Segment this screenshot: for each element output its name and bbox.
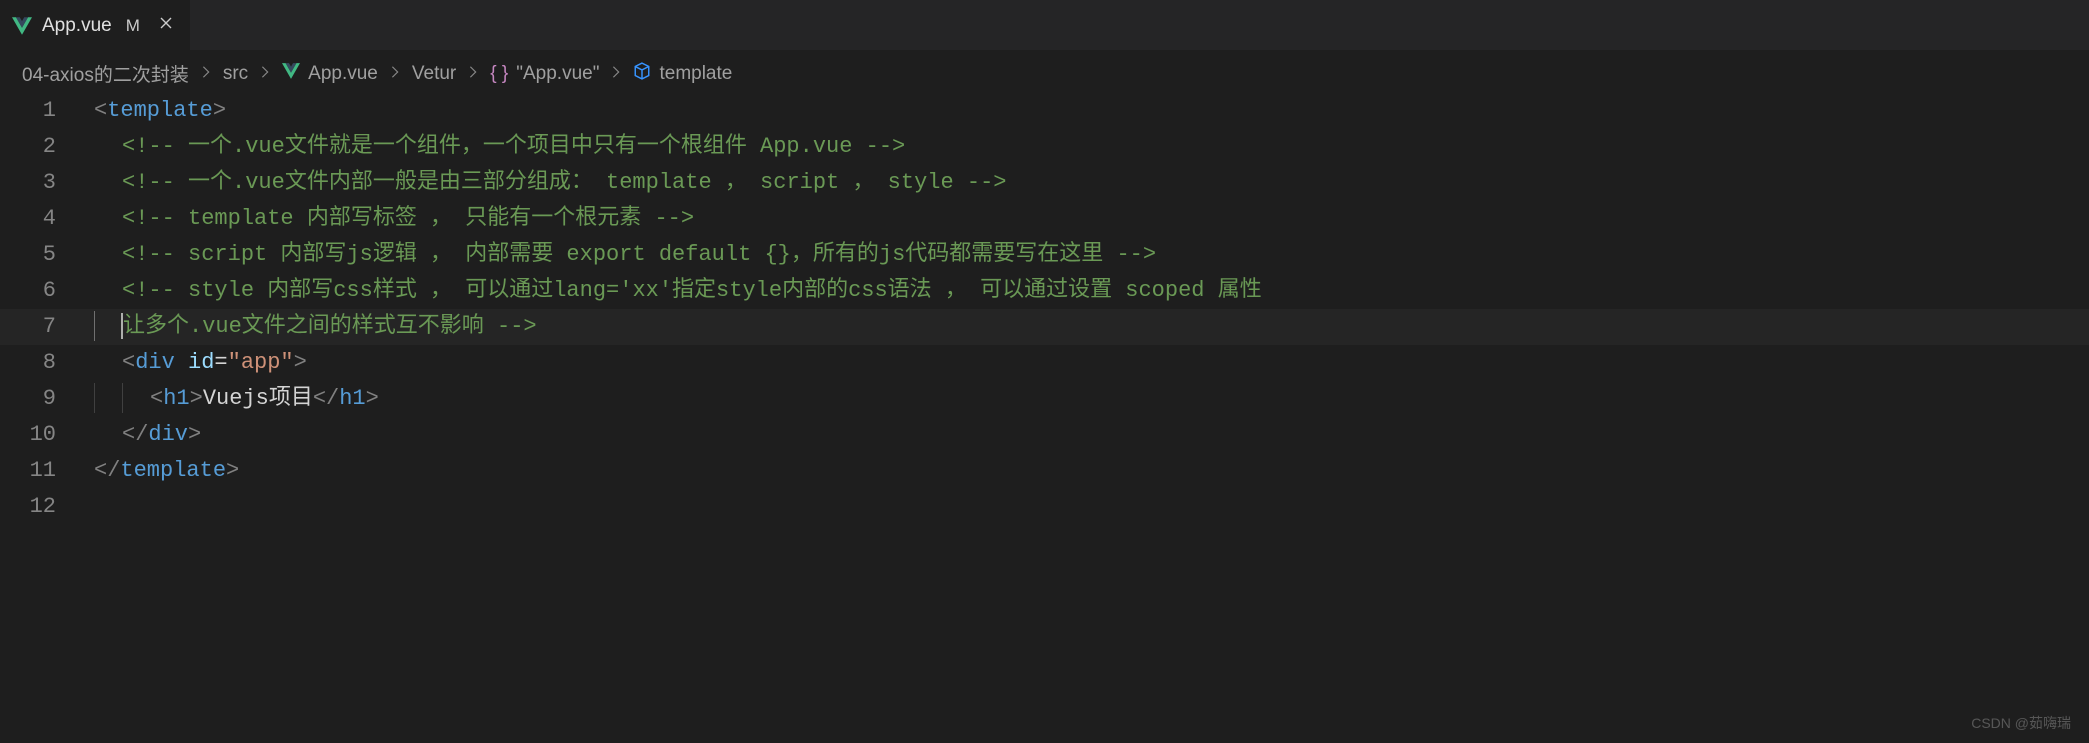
breadcrumb-item[interactable]: 04-axios的二次封装	[22, 60, 189, 87]
braces-icon: { }	[490, 63, 508, 85]
breadcrumb-item[interactable]: App.vue	[282, 63, 378, 85]
chevron-right-icon	[388, 63, 402, 85]
line-number: 9	[0, 381, 84, 417]
code-line[interactable]: 10</div>	[0, 417, 2089, 453]
code-content: </div>	[88, 417, 201, 453]
code-content: <!-- 一个.vue文件就是一个组件，一个项目中只有一个根组件 App.vue…	[88, 129, 905, 165]
chevron-right-icon	[466, 63, 480, 85]
vue-icon	[282, 63, 300, 85]
code-content: <div id="app">	[88, 345, 307, 381]
code-content: <!-- template 内部写标签 ， 只能有一个根元素 -->	[88, 201, 694, 237]
cube-icon	[633, 62, 651, 86]
breadcrumb-label: Vetur	[412, 63, 456, 85]
line-number: 10	[0, 417, 84, 453]
code-line[interactable]: 1<template>	[0, 93, 2089, 129]
code-line[interactable]: 8<div id="app">	[0, 345, 2089, 381]
line-number: 5	[0, 237, 84, 273]
code-content: <h1>Vuejs项目</h1>	[88, 381, 379, 417]
breadcrumb-label: "App.vue"	[516, 63, 599, 85]
breadcrumb-label: template	[659, 63, 732, 85]
code-content: </template>	[88, 453, 239, 489]
line-number: 3	[0, 165, 84, 201]
code-line[interactable]: 7让多个.vue文件之间的样式互不影响 -->	[0, 309, 2089, 345]
code-line[interactable]: 4<!-- template 内部写标签 ， 只能有一个根元素 -->	[0, 201, 2089, 237]
code-line[interactable]: 5<!-- script 内部写js逻辑 ， 内部需要 export defau…	[0, 237, 2089, 273]
chevron-right-icon	[199, 63, 213, 85]
vue-icon	[12, 17, 32, 35]
tab-app-vue[interactable]: App.vue M	[0, 0, 190, 50]
breadcrumb-label: 04-axios的二次封装	[22, 60, 189, 87]
breadcrumb-item[interactable]: template	[633, 62, 732, 86]
line-number: 12	[0, 489, 84, 525]
watermark: CSDN @茹嗨瑞	[1971, 713, 2071, 733]
line-number: 7	[0, 309, 84, 345]
breadcrumb-label: src	[223, 63, 248, 85]
code-content: <template>	[88, 93, 226, 129]
code-line[interactable]: 12	[0, 489, 2089, 525]
line-number: 6	[0, 273, 84, 309]
code-content: 让多个.vue文件之间的样式互不影响 -->	[88, 309, 537, 345]
code-content: <!-- 一个.vue文件内部一般是由三部分组成： template ， scr…	[88, 165, 1006, 201]
code-content: <!-- script 内部写js逻辑 ， 内部需要 export defaul…	[88, 237, 1156, 273]
chevron-right-icon	[258, 63, 272, 85]
code-line[interactable]: 2<!-- 一个.vue文件就是一个组件，一个项目中只有一个根组件 App.vu…	[0, 129, 2089, 165]
breadcrumb-item[interactable]: src	[223, 63, 248, 85]
breadcrumb[interactable]: 04-axios的二次封装 src App.vue Vetur { } "App.vue"…	[0, 50, 2089, 93]
line-number: 8	[0, 345, 84, 381]
line-number: 1	[0, 93, 84, 129]
modified-indicator: M	[122, 16, 140, 36]
code-line[interactable]: 6<!-- style 内部写css样式 ， 可以通过lang='xx'指定st…	[0, 273, 2089, 309]
line-number: 11	[0, 453, 84, 489]
code-editor[interactable]: 1<template>2<!-- 一个.vue文件就是一个组件，一个项目中只有一…	[0, 93, 2089, 525]
breadcrumb-item[interactable]: Vetur	[412, 63, 456, 85]
code-line[interactable]: 11</template>	[0, 453, 2089, 489]
close-icon[interactable]	[150, 15, 178, 37]
code-line[interactable]: 3<!-- 一个.vue文件内部一般是由三部分组成： template ， sc…	[0, 165, 2089, 201]
line-number: 2	[0, 129, 84, 165]
breadcrumb-label: App.vue	[308, 63, 378, 85]
code-content: <!-- style 内部写css样式 ， 可以通过lang='xx'指定sty…	[88, 273, 1262, 309]
code-line[interactable]: 9<h1>Vuejs项目</h1>	[0, 381, 2089, 417]
line-number: 4	[0, 201, 84, 237]
tab-filename: App.vue	[42, 15, 112, 37]
chevron-right-icon	[609, 63, 623, 85]
breadcrumb-item[interactable]: { } "App.vue"	[490, 63, 599, 85]
tab-bar: App.vue M	[0, 0, 2089, 50]
